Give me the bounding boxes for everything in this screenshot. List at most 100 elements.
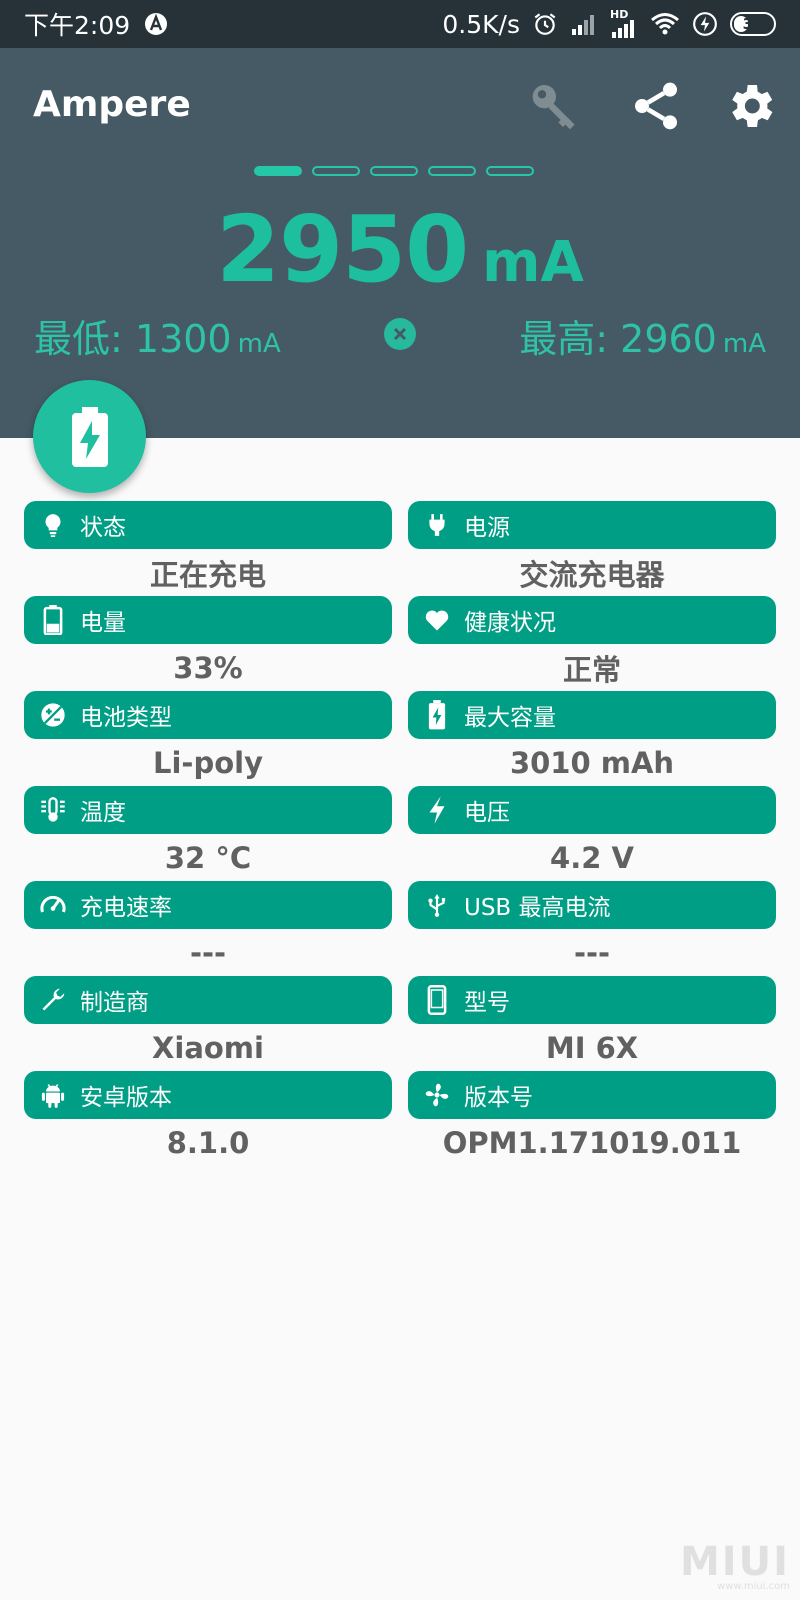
min-reading: 最低: 1300 mA xyxy=(34,308,281,363)
card-label: USB 最高电流 xyxy=(464,895,611,921)
card-status: 状态 正在充电 xyxy=(24,501,392,596)
card-value: MI 6X xyxy=(545,1030,639,1065)
charging-icon xyxy=(692,11,718,37)
phone-icon xyxy=(422,985,452,1015)
card-header: 最大容量 xyxy=(408,691,776,739)
card-value: --- xyxy=(189,935,227,970)
card-value: 33% xyxy=(173,650,243,685)
current-value: 2950 xyxy=(216,196,469,303)
card-power-source: 电源 交流充电器 xyxy=(408,501,776,596)
battery-level: 33 xyxy=(742,15,764,33)
min-value: 1300 xyxy=(134,317,232,361)
page-dot-4[interactable] xyxy=(428,166,476,176)
card-header: 制造商 xyxy=(24,976,392,1024)
page-dot-3[interactable] xyxy=(370,166,418,176)
max-value: 2960 xyxy=(620,317,717,361)
min-label: 最低: xyxy=(34,317,123,361)
max-unit: mA xyxy=(722,329,766,359)
network-speed: 0.5K/s xyxy=(442,9,520,39)
current-unit: mA xyxy=(482,230,584,295)
card-max-capacity: 最大容量 3010 mAh xyxy=(408,691,776,786)
card-header: 温度 xyxy=(24,786,392,834)
battery-type-icon xyxy=(38,700,68,730)
min-unit: mA xyxy=(237,329,281,359)
card-label: 充电速率 xyxy=(80,895,172,921)
page-dot-1[interactable] xyxy=(254,166,302,176)
card-manufacturer: 制造商 Xiaomi xyxy=(24,976,392,1071)
card-usb-max-current: USB 最高电流 --- xyxy=(408,881,776,976)
lightning-icon xyxy=(422,795,452,825)
card-value: 正在充电 xyxy=(149,557,266,592)
card-label: 电池类型 xyxy=(80,705,172,731)
fan-icon xyxy=(422,1080,452,1110)
card-header: 电压 xyxy=(408,786,776,834)
card-header: 型号 xyxy=(408,976,776,1024)
card-label: 健康状况 xyxy=(464,610,556,636)
card-header: 状态 xyxy=(24,501,392,549)
card-label: 型号 xyxy=(464,990,510,1016)
watermark-text: MIUI xyxy=(679,1539,790,1585)
card-label: 温度 xyxy=(80,800,126,826)
close-icon xyxy=(393,327,407,341)
plug-icon xyxy=(422,510,452,540)
key-icon[interactable] xyxy=(528,78,584,138)
card-value: 3010 mAh xyxy=(509,745,675,780)
card-value: Li-poly xyxy=(153,745,263,780)
card-label: 电压 xyxy=(464,800,510,826)
card-android-version: 安卓版本 8.1.0 xyxy=(24,1071,392,1166)
a-badge-icon xyxy=(144,12,168,36)
reset-minmax-button[interactable] xyxy=(384,318,416,350)
card-build-number: 版本号 OPM1.171019.011 xyxy=(408,1071,776,1166)
settings-icon[interactable] xyxy=(722,78,778,138)
card-temperature: 温度 32 °C xyxy=(24,786,392,881)
usb-icon xyxy=(422,890,452,920)
battery-charging-fab-icon xyxy=(71,406,108,467)
card-header: 健康状况 xyxy=(408,596,776,644)
lightbulb-icon xyxy=(38,510,68,540)
card-header: 充电速率 xyxy=(24,881,392,929)
card-header: 电池类型 xyxy=(24,691,392,739)
card-header: 电量 xyxy=(24,596,392,644)
card-value: Xiaomi xyxy=(152,1030,264,1065)
card-value: 4.2 V xyxy=(550,840,634,875)
card-label: 状态 xyxy=(80,515,126,541)
card-battery-type: 电池类型 Li-poly xyxy=(24,691,392,786)
signal-icon xyxy=(570,13,598,35)
max-reading: 最高: 2960 mA xyxy=(519,308,766,363)
current-reading: 2950 mA xyxy=(0,196,800,303)
header: Ampere 2950 mA 最低: 1300 mA 最高: 2960 mA xyxy=(0,48,800,438)
card-header: 安卓版本 xyxy=(24,1071,392,1119)
status-bar: 下午2:09 0.5K/s HD 33 xyxy=(0,0,800,48)
card-header: 版本号 xyxy=(408,1071,776,1119)
card-charge-rate: 充电速率 --- xyxy=(24,881,392,976)
card-value: 8.1.0 xyxy=(166,1125,250,1160)
card-value: 交流充电器 xyxy=(519,557,665,592)
card-header: USB 最高电流 xyxy=(408,881,776,929)
card-label: 电量 xyxy=(80,610,126,636)
speedometer-icon xyxy=(38,890,68,920)
hd-signal-icon: HD xyxy=(610,9,638,38)
wifi-icon xyxy=(650,12,680,36)
card-label: 制造商 xyxy=(80,990,149,1016)
card-label: 电源 xyxy=(464,515,510,541)
share-icon[interactable] xyxy=(628,78,684,138)
card-voltage: 电压 4.2 V xyxy=(408,786,776,881)
card-value: 正常 xyxy=(562,652,621,687)
miui-watermark: MIUI www.miui.com xyxy=(680,1539,790,1592)
page-indicator xyxy=(254,166,534,176)
card-value: --- xyxy=(573,935,611,970)
battery-fab-button[interactable] xyxy=(33,380,146,493)
wrench-icon xyxy=(38,985,68,1015)
card-model: 型号 MI 6X xyxy=(408,976,776,1071)
card-health: 健康状况 正常 xyxy=(408,596,776,691)
page-dot-2[interactable] xyxy=(312,166,360,176)
heart-icon xyxy=(422,605,452,635)
card-value: 32 °C xyxy=(164,840,252,875)
card-label: 最大容量 xyxy=(464,705,556,731)
android-icon xyxy=(38,1080,68,1110)
battery-level-icon xyxy=(38,605,68,635)
page-dot-5[interactable] xyxy=(486,166,534,176)
battery-charging-icon xyxy=(422,700,452,730)
battery-icon: 33 xyxy=(730,12,776,36)
battery-info-grid: 状态 正在充电 电源 交流充电器 电量 33% 健康状况 正常 电池类型 Li-… xyxy=(24,501,776,1166)
